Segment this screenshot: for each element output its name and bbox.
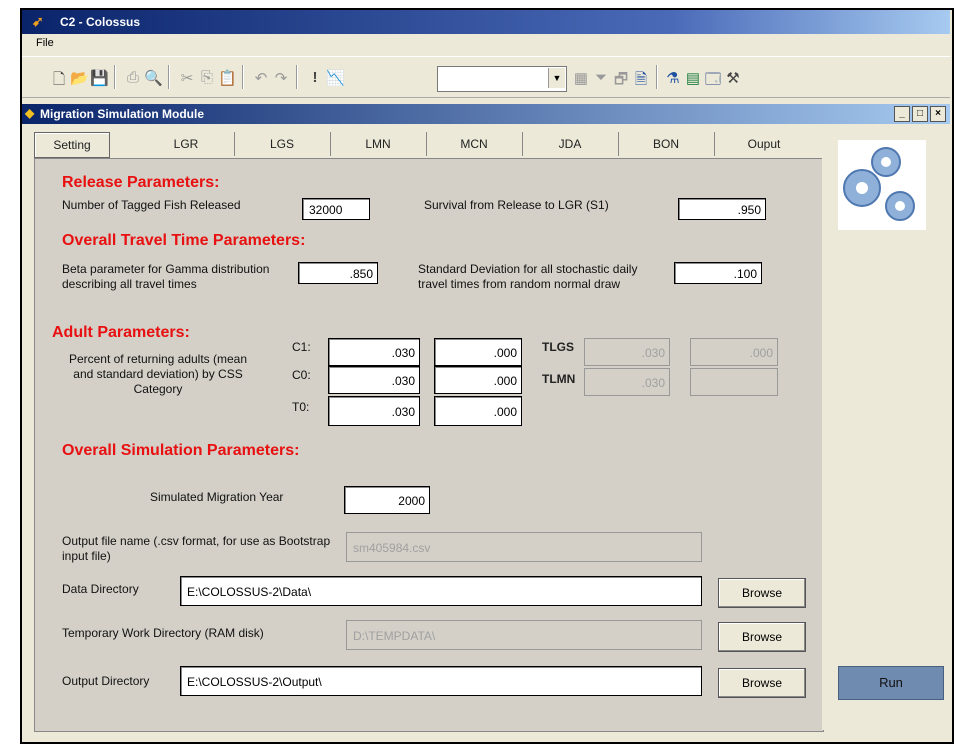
tlmn-sd-input [690,368,778,396]
module-titlebar: ◆ Migration Simulation Module _ □ × [22,104,950,124]
tlgs-sd-input: .000 [690,338,778,366]
t0-sd-input[interactable]: .000 [434,396,522,426]
run-model-icon[interactable]: ⚗ [664,69,682,87]
c1-sd-input[interactable]: .000 [434,338,522,366]
module-title: Migration Simulation Module [40,107,204,121]
app-title: C2 - Colossus [60,15,141,29]
release-heading: Release Parameters: [62,174,220,191]
c0-label: C0: [292,368,311,382]
app-titlebar: ➹ C2 - Colossus [22,10,950,34]
travel-heading: Overall Travel Time Parameters: [62,232,306,249]
survival-input[interactable]: .950 [678,198,766,220]
tab-lgr[interactable]: LGR [138,132,235,156]
module-icon: ◆ [25,106,35,120]
save-icon[interactable]: 💾 [90,69,109,87]
tab-setting[interactable]: Setting [34,132,110,158]
copy-icon[interactable]: ⎘ [198,69,216,86]
tab-bar: Setting LGR LGS LMN MCN JDA BON Ouput [34,132,822,158]
toolbar-combo[interactable]: ▼ [437,66,567,92]
print-icon[interactable]: ⎙ [124,69,142,86]
gear-settings-icon [838,140,926,230]
tab-jda[interactable]: JDA [522,132,619,156]
tab-output[interactable]: Ouput [714,132,814,156]
spreadsheet-icon[interactable]: ▤ [684,69,702,87]
exclaim-icon[interactable]: ! [306,69,324,86]
tab-mcn[interactable]: MCN [426,132,523,156]
tagged-fish-input[interactable]: 32000 [302,198,370,220]
sd-input[interactable]: .100 [674,262,762,284]
datadir-browse-button[interactable]: Browse [718,578,806,608]
outdir-label: Output Directory [62,674,150,688]
year-input[interactable]: 2000 [344,486,430,514]
year-label: Simulated Migration Year [150,490,284,504]
tab-lgs[interactable]: LGS [234,132,331,156]
colossus-app-icon: ➹ [32,13,44,29]
menu-file[interactable]: File [36,37,54,49]
outdir-browse-button[interactable]: Browse [718,668,806,698]
tempdir-browse-button[interactable]: Browse [718,622,806,652]
window-icon[interactable]: 🗗 [612,69,630,94]
minimize-button[interactable]: _ [894,106,910,122]
tlmn-mean-input: .030 [584,368,670,396]
dialog-icon[interactable]: 🗔 [704,69,722,94]
outfile-label: Output file name (.csv format, for use a… [62,534,331,563]
chevron-down-icon[interactable]: ▼ [548,68,565,88]
tools-icon[interactable]: ⚒ [724,69,742,87]
run-button[interactable]: Run [838,666,944,700]
restore-button[interactable]: □ [912,106,928,122]
tempdir-label: Temporary Work Directory (RAM disk) [62,626,264,640]
adult-heading: Adult Parameters: [52,324,190,341]
tab-bon[interactable]: BON [618,132,715,156]
t0-label: T0: [292,400,310,414]
simulation-heading: Overall Simulation Parameters: [62,442,300,459]
datadir-input[interactable]: E:\COLOSSUS-2\Data\ [180,576,702,606]
t0-mean-input[interactable]: .030 [328,396,420,426]
c1-mean-input[interactable]: .030 [328,338,420,366]
tempdir-input: D:\TEMPDATA\ [346,620,702,650]
tab-lmn[interactable]: LMN [330,132,427,156]
close-button[interactable]: × [930,106,946,122]
beta-label: Beta parameter for Gamma distribution de… [62,262,270,291]
report-icon[interactable]: 🗎 [632,69,650,94]
paste-icon[interactable]: 📋 [218,69,237,87]
filter-icon[interactable]: ⏷ [592,69,610,86]
tlgs-label: TLGS [542,340,574,354]
c1-label: C1: [292,340,311,354]
sd-label: Standard Deviation for all stochastic da… [418,262,638,291]
open-icon[interactable]: 📂 [70,69,89,87]
outdir-input[interactable]: E:\COLOSSUS-2\Output\ [180,666,702,696]
adult-desc: Percent of returning adults (mean and st… [68,352,248,396]
datadir-label: Data Directory [62,582,139,596]
tlmn-label: TLMN [542,372,576,386]
c0-sd-input[interactable]: .000 [434,366,522,394]
print-preview-icon[interactable]: 🔍 [144,69,163,87]
tlgs-mean-input: .030 [584,338,670,366]
cut-icon[interactable]: ✂ [178,69,196,87]
survival-label: Survival from Release to LGR (S1) [424,198,609,212]
undo-icon[interactable]: ↶ [252,69,270,87]
menu-bar: File [22,34,950,54]
grid-icon[interactable]: ▦ [572,69,590,87]
outfile-input: sm405984.csv [346,532,702,562]
redo-icon[interactable]: ↷ [272,69,290,87]
beta-input[interactable]: .850 [298,262,378,284]
chart-icon[interactable]: 📉 [326,69,345,87]
c0-mean-input[interactable]: .030 [328,366,420,394]
tagged-fish-label: Number of Tagged Fish Released [62,198,241,212]
new-icon[interactable]: 🗋 [50,69,68,94]
